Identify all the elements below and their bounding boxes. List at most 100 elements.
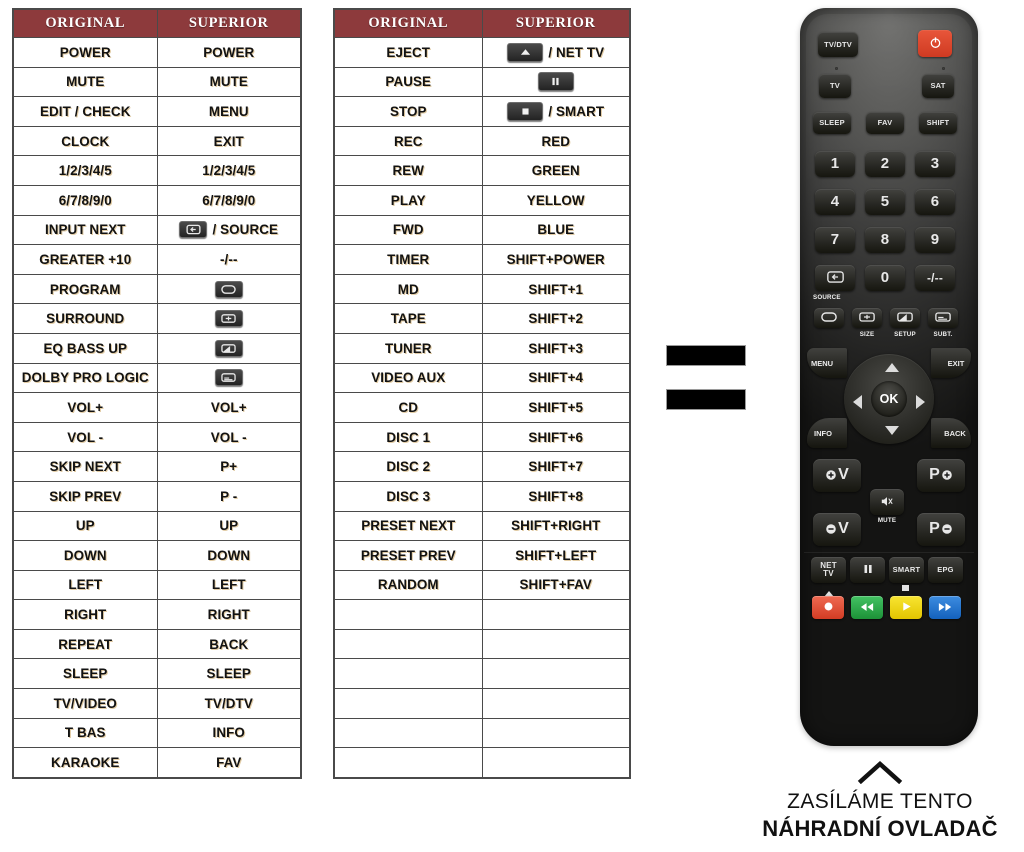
eject-icon — [507, 42, 544, 62]
remote-button-4[interactable]: 4 — [815, 189, 855, 215]
caption-line-2: NÁHRADNÍ OVLADAČ — [762, 816, 998, 841]
arrow-up-icon[interactable] — [885, 363, 899, 372]
cell-superior: / SOURCE — [156, 214, 302, 246]
cell-original: LEFT — [12, 569, 158, 601]
remote-button-record[interactable] — [812, 596, 844, 619]
remote-label-subt: SUBT. — [933, 331, 953, 338]
stop-icon — [507, 101, 544, 121]
cell-superior — [156, 362, 302, 394]
table-row: INPUT NEXT / SOURCE — [12, 214, 302, 246]
remote-button-program-down[interactable]: P — [917, 513, 965, 546]
remote-button-rewind[interactable] — [851, 596, 883, 619]
record-icon — [823, 599, 834, 617]
cell-original: PLAY — [333, 184, 483, 216]
cell-original: EDIT / CHECK — [12, 96, 158, 127]
power-icon — [929, 36, 942, 51]
arrow-left-icon[interactable] — [853, 395, 862, 409]
cell-superior: MENU — [156, 96, 302, 127]
remote-button-subtitle[interactable] — [928, 308, 958, 328]
cell-superior: 1/2/3/4/5 — [156, 155, 302, 186]
remote-button-nettv[interactable]: NET TV — [811, 557, 846, 583]
table-row: POWER POWER — [12, 37, 302, 68]
cell-superior: MUTE — [156, 66, 302, 98]
remote-button-info[interactable]: INFO — [807, 418, 847, 448]
remote-button-volume-down[interactable]: V — [813, 513, 861, 546]
table-row: KARAOKE FAV — [12, 747, 302, 779]
remote-button-7[interactable]: 7 — [815, 227, 855, 253]
remote-navigation-ring[interactable]: OK — [844, 354, 934, 444]
cell-superior — [481, 628, 631, 660]
cell-superior-content — [160, 369, 299, 387]
table-row: UP UP — [12, 510, 302, 542]
cell-superior-content: / SMART — [485, 101, 628, 121]
remote-button-mute[interactable] — [870, 489, 904, 515]
cell-superior-content: / SOURCE — [160, 221, 299, 239]
arrow-down-icon[interactable] — [885, 426, 899, 435]
remote-button-5[interactable]: 5 — [865, 189, 905, 215]
cell-original: RIGHT — [12, 599, 158, 630]
table-row — [333, 688, 631, 719]
remote-button-back[interactable]: BACK — [931, 418, 971, 448]
remote-button-smart[interactable]: SMART — [889, 557, 924, 583]
cell-superior-text: / NET TV — [548, 44, 605, 60]
remote-button-source[interactable] — [815, 265, 855, 291]
remote-button-pause[interactable] — [850, 557, 885, 583]
cell-superior: SHIFT+8 — [481, 480, 631, 512]
remote-button-tvdtv[interactable]: TV/DTV — [818, 32, 858, 57]
table-row: SURROUND — [12, 303, 302, 334]
remote-button-volume-up[interactable]: V — [813, 459, 861, 492]
remote-button-play[interactable] — [890, 596, 922, 619]
arrow-right-icon[interactable] — [916, 395, 925, 409]
remote-button-tv[interactable]: TV — [819, 74, 851, 98]
remote-button-size[interactable] — [852, 308, 882, 328]
mapping-table-left: ORIGINAL SUPERIOR POWER POWER MUTE MUTE EDIT… — [12, 8, 302, 779]
pause-icon — [863, 564, 873, 576]
table-row: DOLBY PRO LOGIC — [12, 362, 302, 394]
remote-button-ok[interactable]: OK — [871, 381, 907, 417]
remote-button-sat[interactable]: SAT — [922, 74, 954, 98]
table-row — [333, 717, 631, 749]
cell-superior: EXIT — [156, 125, 302, 157]
remote-button-sleep[interactable]: SLEEP — [813, 112, 851, 134]
remote-button-0[interactable]: 0 — [865, 265, 905, 291]
table-row: GREATER +10 -/-- — [12, 244, 302, 275]
cell-original: REC — [333, 125, 483, 157]
plus-circle-icon — [942, 470, 952, 481]
table-row: PRESET PREV SHIFT+LEFT — [333, 540, 631, 571]
remote-button-fav[interactable]: FAV — [866, 112, 904, 134]
cell-superior: YELLOW — [481, 184, 631, 216]
redaction-bar-top — [666, 345, 746, 366]
cell-superior — [481, 66, 631, 98]
screen-icon — [821, 312, 837, 324]
remote-button-6[interactable]: 6 — [915, 189, 955, 215]
column-header-superior: SUPERIOR — [481, 8, 631, 38]
cell-original: CLOCK — [12, 125, 158, 157]
remote-button-1[interactable]: 1 — [815, 151, 855, 177]
size-icon — [214, 310, 243, 328]
table-row: REW GREEN — [333, 155, 631, 186]
remote-button-power[interactable] — [918, 30, 952, 57]
remote-button-exit[interactable]: EXIT — [931, 348, 971, 378]
table-row — [333, 658, 631, 690]
remote-button-setup[interactable] — [890, 308, 920, 328]
table-row: DISC 1 SHIFT+6 — [333, 421, 631, 453]
remote-button-epg[interactable]: EPG — [928, 557, 963, 583]
remote-button-3[interactable]: 3 — [915, 151, 955, 177]
table-row: STOP / SMART — [333, 96, 631, 127]
table-row: SKIP PREV P - — [12, 480, 302, 512]
table-row: SLEEP SLEEP — [12, 658, 302, 690]
remote-button-fast-forward[interactable] — [929, 596, 961, 619]
remote-button-2[interactable]: 2 — [865, 151, 905, 177]
cell-original: SLEEP — [12, 658, 158, 690]
remote-button-9[interactable]: 9 — [915, 227, 955, 253]
remote-button-program-up[interactable]: P — [917, 459, 965, 492]
remote-button-shift[interactable]: SHIFT — [919, 112, 957, 134]
table-row — [333, 599, 631, 630]
remote-button-screen[interactable] — [814, 308, 844, 328]
remote-button-8[interactable]: 8 — [865, 227, 905, 253]
column-header-superior: SUPERIOR — [156, 8, 302, 38]
cell-superior: VOL - — [156, 421, 302, 453]
remote-button-dash[interactable]: -/-- — [915, 265, 955, 291]
remote-button-menu[interactable]: MENU — [807, 348, 847, 378]
table-row: DOWN DOWN — [12, 540, 302, 571]
